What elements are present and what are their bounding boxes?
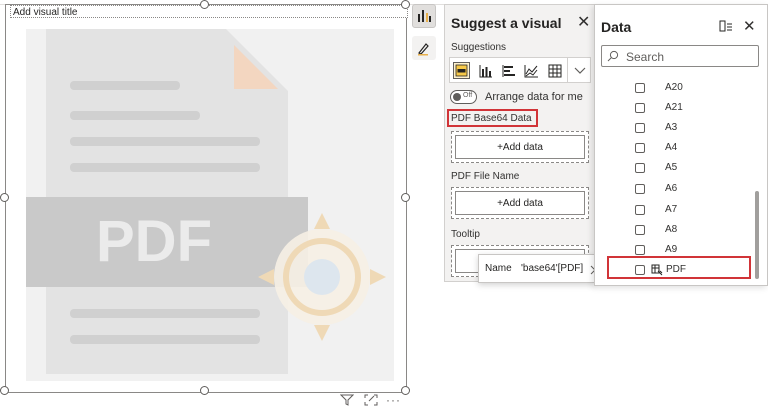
resize-handle-top-right[interactable] — [401, 0, 410, 9]
well-label-pdf-base64: PDF Base64 Data — [451, 113, 532, 124]
field-label: A5 — [665, 162, 678, 173]
suggestions-label: Suggestions — [451, 42, 507, 53]
paint-brush-icon[interactable] — [412, 36, 436, 60]
arrange-data-label: Arrange data for me — [485, 91, 583, 103]
well-pdf-file-name[interactable]: +Add data — [451, 187, 589, 219]
pdf-placeholder-image: PDF — [26, 29, 394, 381]
tooltip-value: 'base64'[PDF] — [521, 263, 584, 274]
well-label-pdf-file-name: PDF File Name — [451, 171, 520, 182]
field-label: A7 — [665, 204, 678, 215]
visual-suggestions-row — [449, 57, 591, 83]
field-label: A6 — [665, 183, 678, 194]
search-icon — [607, 50, 619, 62]
scrollbar[interactable] — [755, 191, 759, 279]
add-data-button[interactable]: +Add data — [455, 191, 585, 215]
more-options-icon[interactable]: ··· — [386, 393, 401, 407]
visual-title[interactable]: Add visual title — [10, 5, 408, 18]
resize-handle-top[interactable] — [200, 0, 209, 9]
field-label: A20 — [665, 82, 683, 93]
stacked-bar-icon[interactable] — [500, 62, 517, 79]
field-label: A9 — [665, 244, 678, 255]
data-pane: Data ✕ Search A20 A21 A3 A4 A5 A6 A7 A8 … — [594, 4, 768, 286]
build-visual-icon[interactable] — [412, 4, 436, 28]
suggest-pane-title: Suggest a visual — [451, 15, 562, 31]
field-checkbox[interactable] — [635, 184, 645, 194]
calculated-table-icon — [651, 264, 663, 276]
field-checkbox[interactable] — [635, 245, 645, 255]
resize-handle-right[interactable] — [401, 193, 410, 202]
pdf-visual[interactable]: Add visual title PDF — [5, 4, 408, 393]
arrange-data-toggle[interactable]: Off — [450, 90, 477, 104]
field-checkbox[interactable] — [635, 225, 645, 235]
search-input[interactable]: Search — [601, 45, 759, 67]
line-chart-icon[interactable] — [523, 62, 540, 79]
column-chart-icon[interactable] — [477, 62, 494, 79]
field-checkbox[interactable] — [635, 163, 645, 173]
field-label: A4 — [665, 142, 678, 153]
chevron-down-icon[interactable] — [571, 62, 588, 79]
tooltip-key: Name — [485, 263, 512, 274]
field-checkbox[interactable] — [635, 83, 645, 93]
field-checkbox[interactable] — [635, 265, 645, 275]
search-placeholder: Search — [626, 50, 665, 64]
close-icon[interactable]: ✕ — [577, 12, 590, 32]
toggle-knob — [453, 93, 461, 101]
divider — [567, 58, 568, 82]
pdf-visual-icon[interactable] — [453, 62, 470, 79]
field-tooltip: Name 'base64'[PDF] — [478, 254, 595, 283]
resize-handle-bottom-left[interactable] — [0, 386, 9, 395]
field-label: A8 — [665, 224, 678, 235]
resize-handle-left[interactable] — [0, 193, 9, 202]
well-label-tooltip: Tooltip — [451, 229, 480, 240]
data-pane-title: Data — [601, 19, 632, 35]
suggest-visual-pane: Suggest a visual ✕ Suggestions Off Arran… — [444, 4, 596, 282]
table-icon[interactable] — [546, 62, 563, 79]
toggle-state-label: Off — [463, 92, 473, 99]
field-checkbox[interactable] — [635, 123, 645, 133]
field-checkbox[interactable] — [635, 143, 645, 153]
field-checkbox[interactable] — [635, 205, 645, 215]
field-label: PDF — [666, 264, 686, 275]
field-checkbox[interactable] — [635, 103, 645, 113]
pdf-document-icon: PDF — [26, 29, 386, 374]
filter-icon[interactable] — [339, 394, 355, 409]
resize-handle-bottom-right[interactable] — [401, 386, 410, 395]
pdf-placeholder-text: PDF — [96, 209, 212, 274]
field-label: A3 — [665, 122, 678, 133]
add-data-button[interactable]: +Add data — [455, 135, 585, 159]
well-pdf-base64[interactable]: +Add data — [451, 131, 589, 163]
data-model-icon[interactable] — [719, 19, 733, 38]
close-icon[interactable]: ✕ — [743, 17, 756, 35]
focus-mode-icon[interactable] — [364, 394, 378, 409]
field-label: A21 — [665, 102, 683, 113]
resize-handle-bottom[interactable] — [200, 386, 209, 395]
